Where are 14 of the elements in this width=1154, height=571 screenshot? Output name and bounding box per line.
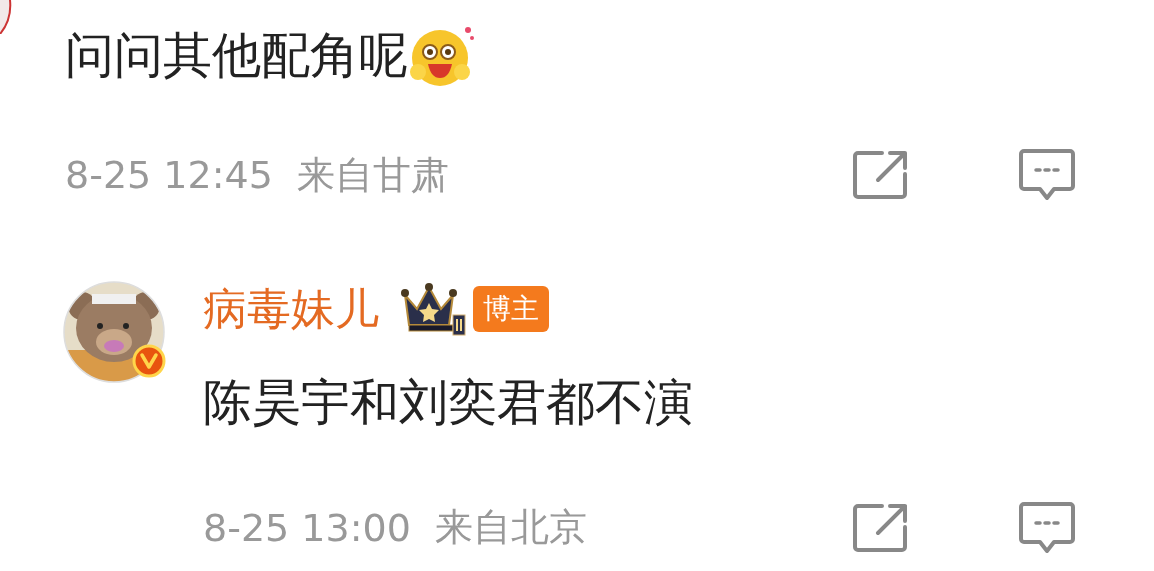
comment-icon[interactable] [1018, 500, 1076, 555]
username[interactable]: 病毒妹儿 [203, 279, 379, 339]
author-badge: 博主 [473, 286, 549, 332]
share-icon[interactable] [852, 150, 910, 200]
location-label: 来自北京 [434, 504, 588, 552]
comment-text: 陈昊宇和刘奕君都不演 [203, 374, 693, 433]
timestamp: 8-25 13:00 [203, 505, 411, 550]
timestamp: 8-25 12:45 [65, 153, 273, 197]
avatar-icon [0, 0, 12, 34]
location-label: 来自甘肃 [296, 151, 450, 199]
comment-text: 问问其他配角呢 [65, 26, 408, 86]
smiley-emoji-icon [408, 24, 476, 88]
share-icon[interactable] [852, 502, 910, 553]
comment-icon[interactable] [1018, 148, 1076, 202]
